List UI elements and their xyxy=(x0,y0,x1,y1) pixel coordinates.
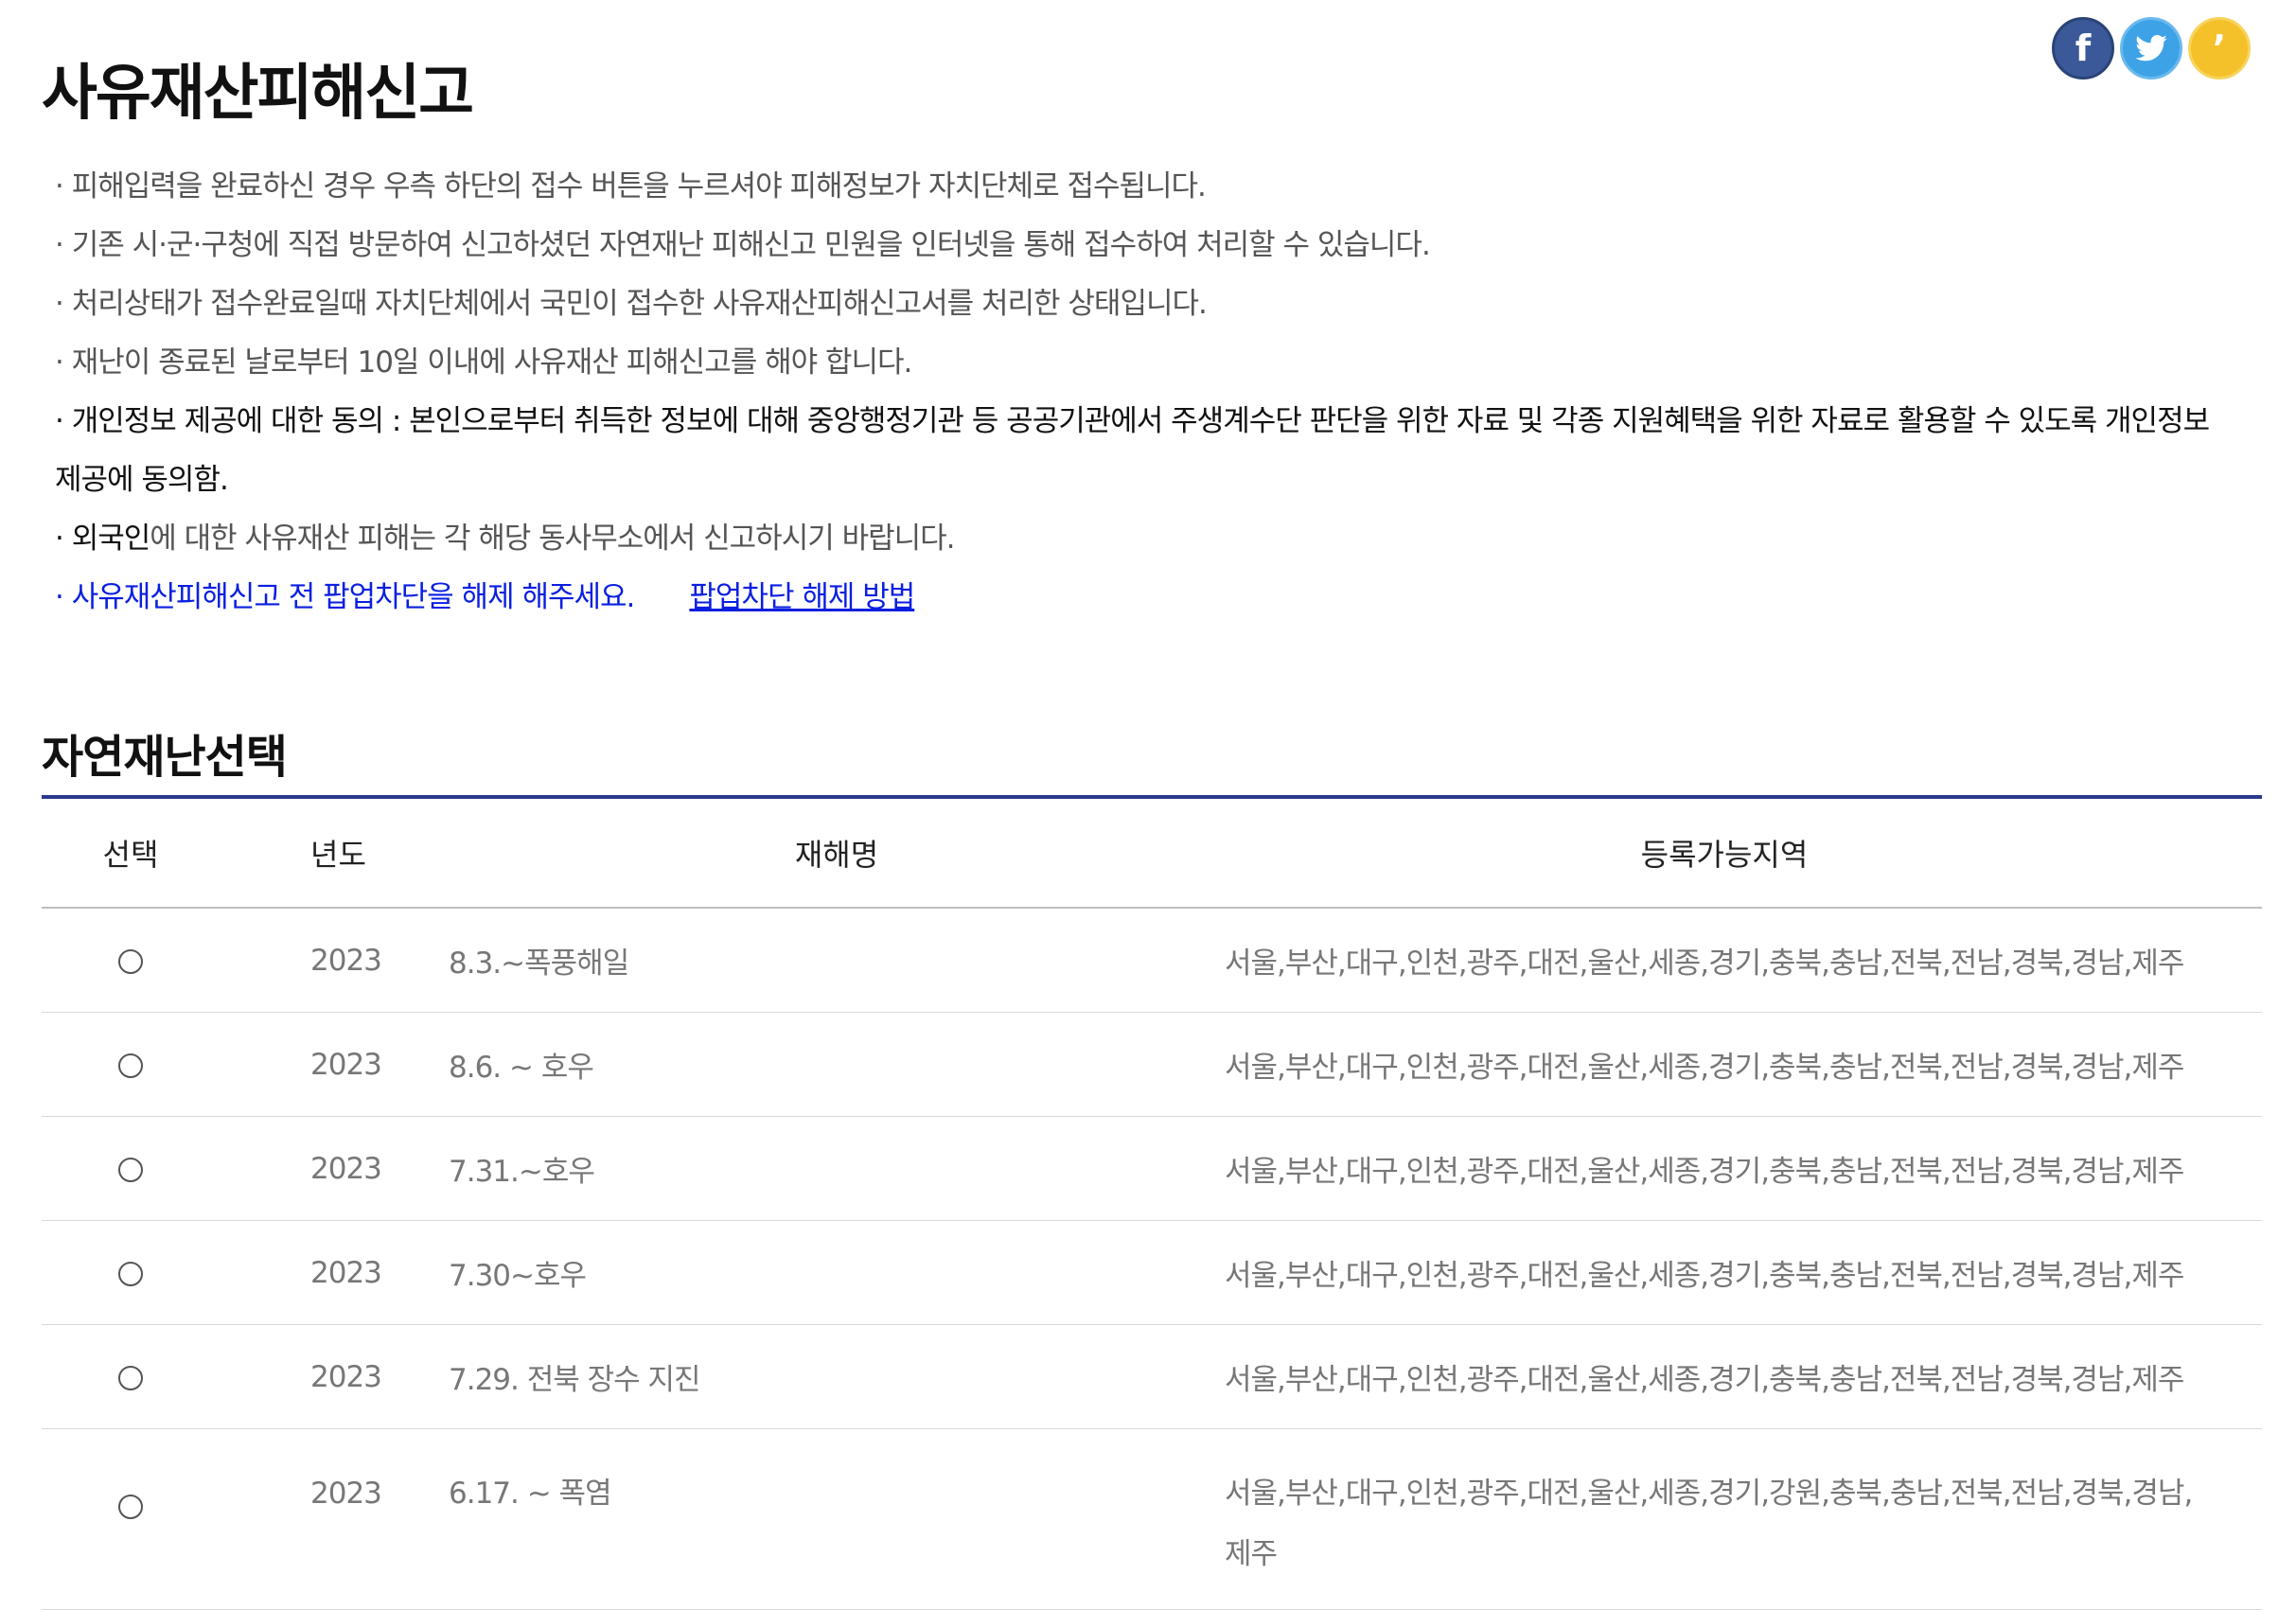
row-areas: 서울,부산,대구,인천,광주,대전,울산,세종,경기,충북,충남,전북,전남,경… xyxy=(1225,1220,2262,1325)
twitter-bird-icon xyxy=(2135,35,2167,62)
twitter-icon[interactable] xyxy=(2120,17,2182,80)
row-areas: 서울,부산,대구,인천,광주,대전,울산,세종,경기,강원,충북,충남,전북,전… xyxy=(1225,1428,2262,1610)
row-disaster-name: 7.30~호우 xyxy=(449,1220,1225,1325)
table-row[interactable]: 2023 7.31.~호우 서울,부산,대구,인천,광주,대전,울산,세종,경기… xyxy=(42,1116,2262,1221)
row-areas: 서울,부산,대구,인천,광주,대전,울산,세종,경기,충북,충남,전북,전남,경… xyxy=(1225,1324,2262,1429)
kakaostory-icon[interactable]: ʼ xyxy=(2188,17,2251,80)
social-share-bar: f ʼ xyxy=(2052,17,2251,80)
notice-item: · 피해입력을 완료하신 경우 우측 하단의 접수 버튼을 누르셔야 피해정보가… xyxy=(55,169,1207,203)
disaster-radio[interactable] xyxy=(118,1158,143,1182)
disaster-radio[interactable] xyxy=(118,1366,143,1390)
notice-item: · 기존 시·군·구청에 직접 방문하여 신고하셨던 자연재난 피해신고 민원을… xyxy=(55,228,1431,262)
popup-unblock-guide-link[interactable]: 팝업차단 해제 방법 xyxy=(689,580,915,614)
table-row[interactable]: 2023 7.29. 전북 장수 지진 서울,부산,대구,인천,광주,대전,울산… xyxy=(42,1324,2262,1429)
table-row[interactable]: 2023 8.3.~폭풍해일 서울,부산,대구,인천,광주,대전,울산,세종,경… xyxy=(42,908,2262,1013)
foreigner-notice-text: 에 대한 사유재산 피해는 각 해당 동사무소에서 신고하시기 바랍니다. xyxy=(150,522,955,556)
row-year: 2023 xyxy=(220,1012,449,1117)
foreigner-notice: · 외국인에 대한 사유재산 피해는 각 해당 동사무소에서 신고하시기 바랍니… xyxy=(55,509,2232,568)
table-row[interactable]: 2023 8.6. ~ 호우 서울,부산,대구,인천,광주,대전,울산,세종,경… xyxy=(42,1012,2262,1117)
row-year: 2023 xyxy=(220,1428,449,1610)
row-disaster-name: 7.31.~호우 xyxy=(449,1116,1225,1221)
disaster-table-container: 선택 년도 재해명 등록가능지역 2023 8.3.~폭풍해일 서울,부산,대구… xyxy=(42,795,2262,1610)
row-year: 2023 xyxy=(220,1324,449,1429)
row-areas: 서울,부산,대구,인천,광주,대전,울산,세종,경기,충북,충남,전북,전남,경… xyxy=(1225,908,2262,1013)
disaster-radio[interactable] xyxy=(118,1494,143,1519)
row-year: 2023 xyxy=(220,908,449,1013)
row-disaster-name: 8.3.~폭풍해일 xyxy=(449,908,1225,1013)
notice-item: · 처리상태가 접수완료일때 자치단체에서 국민이 접수한 사유재산피해신고서를… xyxy=(55,287,1208,321)
disaster-radio[interactable] xyxy=(118,1053,143,1078)
row-areas: 서울,부산,대구,인천,광주,대전,울산,세종,경기,충북,충남,전북,전남,경… xyxy=(1225,1012,2262,1117)
disaster-radio[interactable] xyxy=(118,1262,143,1286)
popup-notice: · 사유재산피해신고 전 팝업차단을 해제 해주세요. 팝업차단 해제 방법 xyxy=(55,568,2232,627)
row-year: 2023 xyxy=(220,1116,449,1221)
facebook-icon[interactable]: f xyxy=(2052,17,2114,80)
disaster-radio[interactable] xyxy=(118,949,143,974)
notice-list: · 피해입력을 완료하신 경우 우측 하단의 접수 버튼을 누르셔야 피해정보가… xyxy=(55,157,2232,627)
privacy-consent-notice: · 개인정보 제공에 대한 동의 : 본인으로부터 취득한 정보에 대해 중앙행… xyxy=(55,404,2210,497)
row-year: 2023 xyxy=(220,1220,449,1325)
row-areas: 서울,부산,대구,인천,광주,대전,울산,세종,경기,충북,충남,전북,전남,경… xyxy=(1225,1116,2262,1221)
disaster-table: 선택 년도 재해명 등록가능지역 2023 8.3.~폭풍해일 서울,부산,대구… xyxy=(42,795,2262,1610)
foreigner-highlight: · 외국인 xyxy=(55,522,150,556)
page-title: 사유재산피해신고 xyxy=(42,58,474,129)
column-header-year: 년도 xyxy=(220,797,449,909)
column-header-areas: 등록가능지역 xyxy=(1225,797,2262,909)
table-header-row: 선택 년도 재해명 등록가능지역 xyxy=(42,797,2262,909)
table-row[interactable]: 2023 7.30~호우 서울,부산,대구,인천,광주,대전,울산,세종,경기,… xyxy=(42,1220,2262,1325)
row-disaster-name: 7.29. 전북 장수 지진 xyxy=(449,1324,1225,1429)
column-header-disaster-name: 재해명 xyxy=(449,797,1225,909)
notice-item: · 재난이 종료된 날로부터 10일 이내에 사유재산 피해신고를 해야 합니다… xyxy=(55,345,912,380)
row-disaster-name: 8.6. ~ 호우 xyxy=(449,1012,1225,1117)
disaster-section-title: 자연재난선택 xyxy=(42,730,288,784)
row-disaster-name: 6.17. ~ 폭염 xyxy=(449,1428,1225,1610)
table-row[interactable]: 2023 6.17. ~ 폭염 서울,부산,대구,인천,광주,대전,울산,세종,… xyxy=(42,1428,2262,1610)
popup-notice-text: · 사유재산피해신고 전 팝업차단을 해제 해주세요. xyxy=(55,580,635,614)
column-header-select: 선택 xyxy=(42,797,220,909)
